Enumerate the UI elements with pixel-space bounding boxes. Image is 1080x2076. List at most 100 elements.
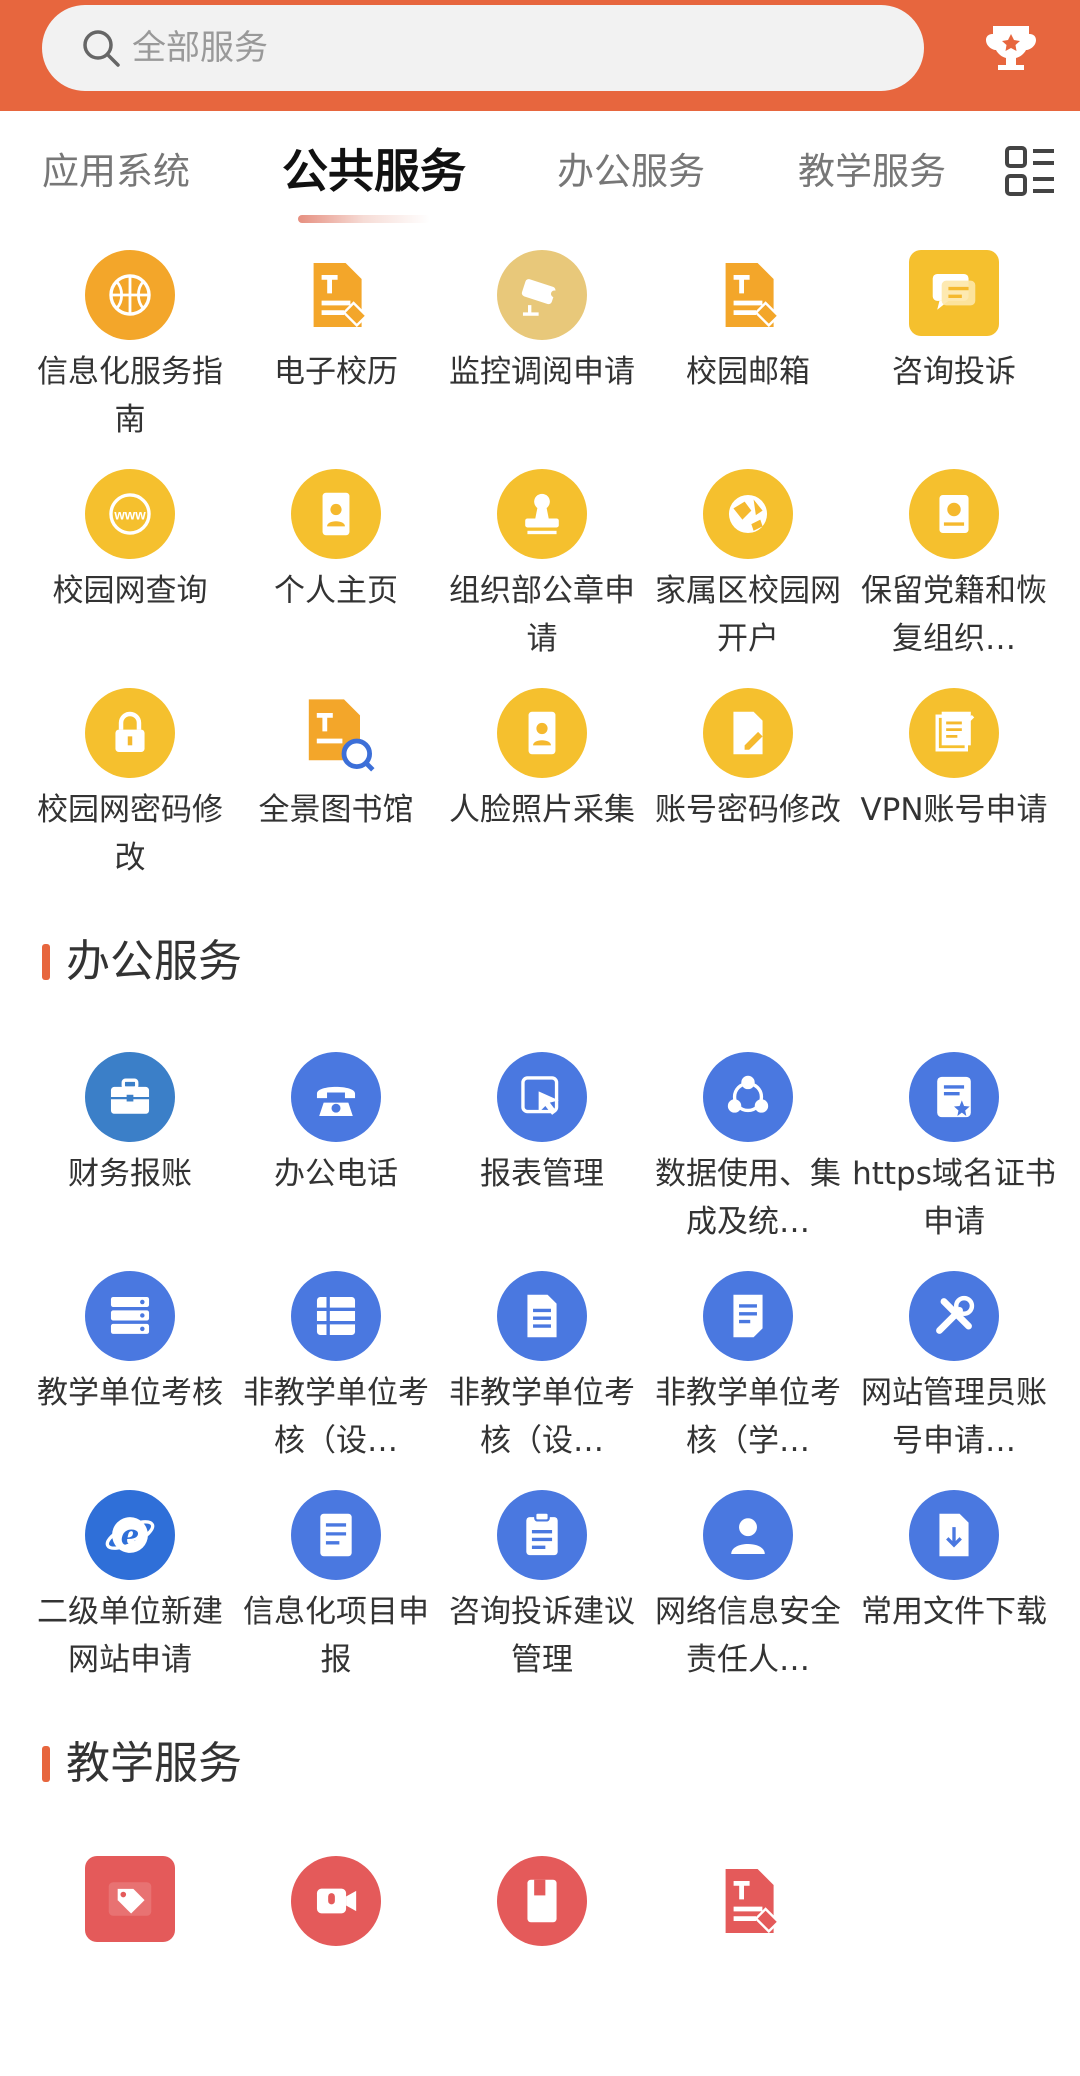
office-section-title-text: 办公服务	[66, 936, 242, 987]
teaching-section-title-text: 教学服务	[66, 1738, 242, 1789]
active-tab-indicator	[298, 215, 430, 223]
document-edit-icon	[703, 1856, 793, 1946]
tab-office-services[interactable]: 办公服务	[557, 141, 705, 195]
service-item-label: 非教学单位考核（设…	[449, 1375, 635, 1459]
video-mic-icon	[291, 1856, 381, 1946]
service-item[interactable]: 全景图书馆	[233, 688, 439, 908]
browser-e-icon: e	[85, 1490, 175, 1580]
service-item-label: 非教学单位考核（学…	[655, 1375, 841, 1459]
service-item[interactable]: 信息化项目申报	[233, 1490, 439, 1710]
document-note-icon	[703, 1271, 793, 1361]
badge-book-icon	[909, 469, 999, 559]
service-item[interactable]: VPN账号申请	[851, 688, 1057, 908]
service-item[interactable]	[27, 1856, 233, 2076]
file-download-icon	[909, 1490, 999, 1580]
service-item[interactable]: www 校园网查询	[27, 469, 233, 689]
document-search-icon	[291, 688, 381, 778]
svg-text:www: www	[113, 508, 146, 523]
service-item-label: 网站管理员账号申请…	[861, 1375, 1047, 1459]
service-item[interactable]: 非教学单位考核（设…	[233, 1271, 439, 1491]
list-stack-icon	[291, 1271, 381, 1361]
service-item[interactable]	[233, 1856, 439, 2076]
certificate-icon	[909, 1052, 999, 1142]
search-placeholder: 全部服务	[132, 28, 268, 68]
file-edit-icon	[703, 688, 793, 778]
service-item[interactable]: 账号密码修改	[645, 688, 851, 908]
service-item[interactable]: 报表管理	[439, 1052, 645, 1272]
camera-icon	[497, 250, 587, 340]
section-marker	[42, 944, 50, 980]
trophy-icon[interactable]	[985, 22, 1037, 76]
service-item-label: 电子校历	[274, 354, 398, 390]
search-icon	[83, 30, 120, 67]
service-item-label: 常用文件下载	[861, 1594, 1047, 1630]
service-item-label: VPN账号申请	[860, 792, 1048, 828]
service-item[interactable]: 办公电话	[233, 1052, 439, 1272]
service-item[interactable]: 咨询投诉建议管理	[439, 1490, 645, 1710]
service-item[interactable]: 财务报账	[27, 1052, 233, 1272]
service-item[interactable]: 数据使用、集成及统…	[645, 1052, 851, 1272]
tab-public-services[interactable]: 公共服务	[282, 135, 466, 201]
service-item-label: 非教学单位考核（设…	[243, 1375, 429, 1459]
service-item[interactable]: 监控调阅申请	[439, 250, 645, 470]
service-item[interactable]: 家属区校园网开户	[645, 469, 851, 689]
service-item-label: 校园网密码修改	[37, 792, 223, 876]
search-input[interactable]: 全部服务	[42, 5, 924, 91]
service-item-label: 数据使用、集成及统…	[655, 1156, 841, 1240]
service-item-label: 报表管理	[480, 1156, 604, 1192]
document-lines-icon	[497, 1271, 587, 1361]
service-item-label: 信息化项目申报	[243, 1594, 429, 1678]
service-item-label: 网络信息安全责任人…	[655, 1594, 841, 1678]
service-item-label: https域名证书申请	[852, 1156, 1056, 1240]
service-item[interactable]: 人脸照片采集	[439, 688, 645, 908]
document-edit-icon	[703, 250, 793, 340]
grid-menu-icon[interactable]	[1004, 145, 1056, 197]
service-item-label: 校园网查询	[52, 573, 208, 609]
service-item-label: 二级单位新建网站申请	[37, 1594, 223, 1678]
service-item[interactable]	[645, 1856, 851, 2076]
service-item-label: 账号密码修改	[655, 792, 841, 828]
service-item[interactable]: 信息化服务指南	[27, 250, 233, 470]
service-item[interactable]: 网络信息安全责任人…	[645, 1490, 851, 1710]
service-item-label: 组织部公章申请	[449, 573, 635, 657]
share-nodes-icon	[703, 1052, 793, 1142]
service-item-label: 信息化服务指南	[37, 354, 223, 438]
service-item[interactable]	[439, 1856, 645, 2076]
service-item[interactable]: 组织部公章申请	[439, 469, 645, 689]
service-item[interactable]: 网站管理员账号申请…	[851, 1271, 1057, 1491]
tab-teaching-services[interactable]: 教学服务	[798, 141, 946, 195]
service-item[interactable]: 非教学单位考核（学…	[645, 1271, 851, 1491]
service-item[interactable]: 校园邮箱	[645, 250, 851, 470]
service-item-label: 人脸照片采集	[449, 792, 635, 828]
service-item-label: 全景图书馆	[258, 792, 414, 828]
service-item-label: 家属区校园网开户	[655, 573, 841, 657]
notes-edit-icon	[909, 688, 999, 778]
service-item[interactable]: 保留党籍和恢复组织…	[851, 469, 1057, 689]
service-item[interactable]: 电子校历	[233, 250, 439, 470]
service-item[interactable]: 个人主页	[233, 469, 439, 689]
service-item[interactable]: 教学单位考核	[27, 1271, 233, 1491]
service-item-label: 个人主页	[274, 573, 398, 609]
tab-app-systems[interactable]: 应用系统	[42, 141, 190, 195]
category-tabs: 应用系统 公共服务 办公服务 教学服务	[0, 111, 1080, 231]
checklist-icon	[291, 1490, 381, 1580]
service-item[interactable]: 咨询投诉	[851, 250, 1057, 470]
id-card-icon	[497, 688, 587, 778]
service-item[interactable]: e 二级单位新建网站申请	[27, 1490, 233, 1710]
book-icon	[497, 1856, 587, 1946]
service-item[interactable]: https域名证书申请	[851, 1052, 1057, 1272]
tag-icon	[85, 1856, 175, 1942]
network-globe-icon	[703, 469, 793, 559]
globe-www-icon: www	[85, 469, 175, 559]
server-icon	[85, 1271, 175, 1361]
briefcase-icon	[85, 1052, 175, 1142]
lock-icon	[85, 688, 175, 778]
service-item[interactable]: 校园网密码修改	[27, 688, 233, 908]
service-item[interactable]: 非教学单位考核（设…	[439, 1271, 645, 1491]
service-item-label: 保留党籍和恢复组织…	[861, 573, 1047, 657]
tools-icon	[909, 1271, 999, 1361]
service-item-label: 校园邮箱	[686, 354, 810, 390]
telephone-icon	[291, 1052, 381, 1142]
service-item[interactable]: 常用文件下载	[851, 1490, 1057, 1710]
basketball-icon	[85, 250, 175, 340]
